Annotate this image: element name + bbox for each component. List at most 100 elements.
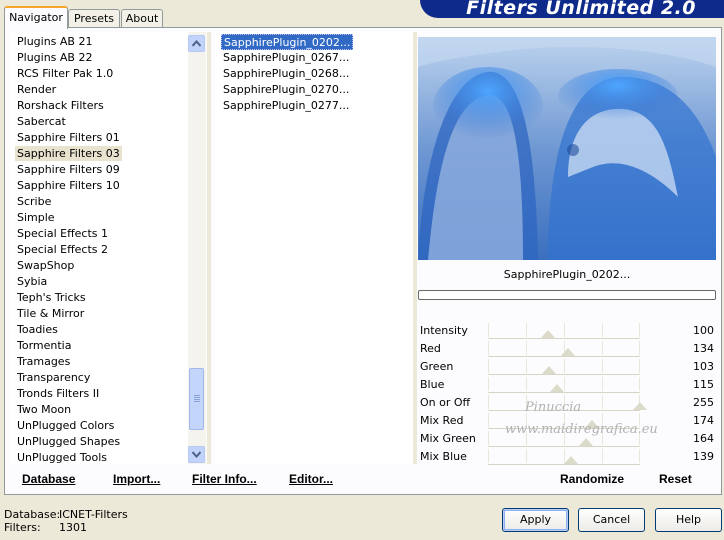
arrow-up-icon [192, 40, 201, 47]
plugin-item[interactable]: SapphirePlugin_0202... [221, 34, 354, 50]
randomize-button[interactable]: Randomize [560, 472, 624, 486]
slider-tick [488, 449, 489, 463]
category-item[interactable]: Scribe [15, 194, 53, 209]
slider-value: 255 [693, 396, 714, 409]
slider-tick [526, 449, 527, 463]
slider-value: 115 [693, 378, 714, 391]
splitter[interactable] [207, 32, 211, 464]
slider-row: Intensity 100 [418, 322, 716, 340]
panel-actions: Database Import... Filter Info... Editor… [10, 466, 714, 492]
tab-navigator[interactable]: Navigator [4, 6, 68, 29]
category-item[interactable]: Sabercat [15, 114, 68, 129]
slider-tick [639, 449, 640, 463]
tab-about[interactable]: About [121, 9, 163, 28]
slider-value: 164 [693, 432, 714, 445]
slider-tick [488, 323, 489, 337]
category-item[interactable]: Tramages [15, 354, 72, 369]
slider-track[interactable] [488, 340, 640, 357]
tab-presets[interactable]: Presets [68, 9, 120, 28]
plugin-item[interactable]: SapphirePlugin_0267... [221, 50, 351, 66]
editor-button[interactable]: Editor... [289, 472, 333, 486]
splitter[interactable] [413, 32, 417, 464]
category-item[interactable]: Special Effects 2 [15, 242, 110, 257]
category-item[interactable]: Transparency [15, 370, 92, 385]
category-list[interactable]: Plugins AB 21 Plugins AB 22 RCS Filter Pak… [10, 32, 206, 464]
category-item[interactable]: Tormentia [15, 338, 73, 353]
category-item[interactable]: Tile & Mirror [15, 306, 86, 321]
slider-label: Red [420, 342, 441, 355]
slider-tick [564, 359, 565, 373]
slider-tick [564, 377, 565, 391]
slider-track[interactable] [488, 322, 640, 339]
slider-track[interactable] [488, 376, 640, 393]
slider-thumb[interactable] [633, 402, 647, 410]
category-item[interactable]: Sapphire Filters 10 [15, 178, 122, 193]
slider-tick [526, 359, 527, 373]
category-item[interactable]: UnPlugged Tools [15, 450, 109, 464]
slider-tick [488, 395, 489, 409]
slider-tick [639, 341, 640, 355]
scroll-thumb[interactable] [189, 368, 204, 430]
category-item[interactable]: Sapphire Filters 09 [15, 162, 122, 177]
slider-tick [602, 395, 603, 409]
reset-button[interactable]: Reset [659, 472, 692, 486]
slider-tick [488, 431, 489, 445]
slider-row: Mix Blue 139 [418, 448, 716, 466]
slider-tick [602, 377, 603, 391]
category-item[interactable]: Toadies [15, 322, 60, 337]
slider-thumb[interactable] [560, 348, 575, 356]
category-item[interactable]: Sybia [15, 274, 49, 289]
category-item[interactable]: Simple [15, 210, 57, 225]
category-item[interactable]: SwapShop [15, 258, 76, 273]
category-item[interactable]: Render [15, 82, 58, 97]
category-item[interactable]: UnPlugged Colors [15, 418, 116, 433]
slider-tick [526, 323, 527, 337]
database-button[interactable]: Database [22, 472, 75, 486]
category-item[interactable]: Plugins AB 21 [15, 34, 94, 49]
slider-tick [639, 377, 640, 391]
slider-track[interactable] [488, 358, 640, 375]
category-item[interactable]: Tronds Filters II [15, 386, 101, 401]
plugin-item[interactable]: SapphirePlugin_0277... [221, 98, 351, 114]
category-item[interactable]: Teph's Tricks [15, 290, 88, 305]
help-button[interactable]: Help [655, 508, 722, 532]
slider-tick [526, 377, 527, 391]
plugin-list[interactable]: SapphirePlugin_0202... SapphirePlugin_026… [214, 32, 413, 464]
slider-tick [526, 341, 527, 355]
scroll-down-button[interactable] [188, 446, 205, 463]
progress-bar [418, 290, 716, 300]
category-item[interactable]: Two Moon [15, 402, 73, 417]
category-scrollbar[interactable] [188, 32, 206, 464]
scroll-up-button[interactable] [188, 35, 205, 52]
slider-tick [602, 341, 603, 355]
database-value: ICNET-Filters [59, 508, 128, 521]
slider-label: Blue [420, 378, 445, 391]
slider-label: Intensity [420, 324, 468, 337]
category-item[interactable]: Sapphire Filters 01 [15, 130, 122, 145]
plugin-item[interactable]: SapphirePlugin_0268... [221, 66, 351, 82]
slider-row: Blue 115 [418, 376, 716, 394]
slider-value: 139 [693, 450, 714, 463]
plugin-item[interactable]: SapphirePlugin_0270... [221, 82, 351, 98]
import-button[interactable]: Import... [113, 472, 160, 486]
slider-tick [639, 359, 640, 373]
category-item[interactable]: Rorshack Filters [15, 98, 106, 113]
slider-label: Green [420, 360, 454, 373]
category-item[interactable]: Sapphire Filters 03 [15, 146, 122, 161]
slider-label: Mix Red [420, 414, 464, 427]
cancel-button[interactable]: Cancel [578, 508, 645, 532]
slider-track[interactable] [488, 448, 640, 465]
slider-thumb[interactable] [549, 384, 564, 392]
category-item[interactable]: RCS Filter Pak 1.0 [15, 66, 115, 81]
category-item[interactable]: Special Effects 1 [15, 226, 110, 241]
slider-thumb[interactable] [578, 438, 593, 446]
slider-row: Green 103 [418, 358, 716, 376]
slider-thumb[interactable] [542, 366, 557, 374]
slider-thumb[interactable] [563, 456, 578, 464]
category-item[interactable]: UnPlugged Shapes [15, 434, 122, 449]
filter-info-button[interactable]: Filter Info... [192, 472, 257, 486]
category-item[interactable]: Plugins AB 22 [15, 50, 94, 65]
slider-tick [639, 323, 640, 337]
apply-button[interactable]: Apply [502, 508, 569, 532]
slider-thumb[interactable] [540, 330, 555, 338]
